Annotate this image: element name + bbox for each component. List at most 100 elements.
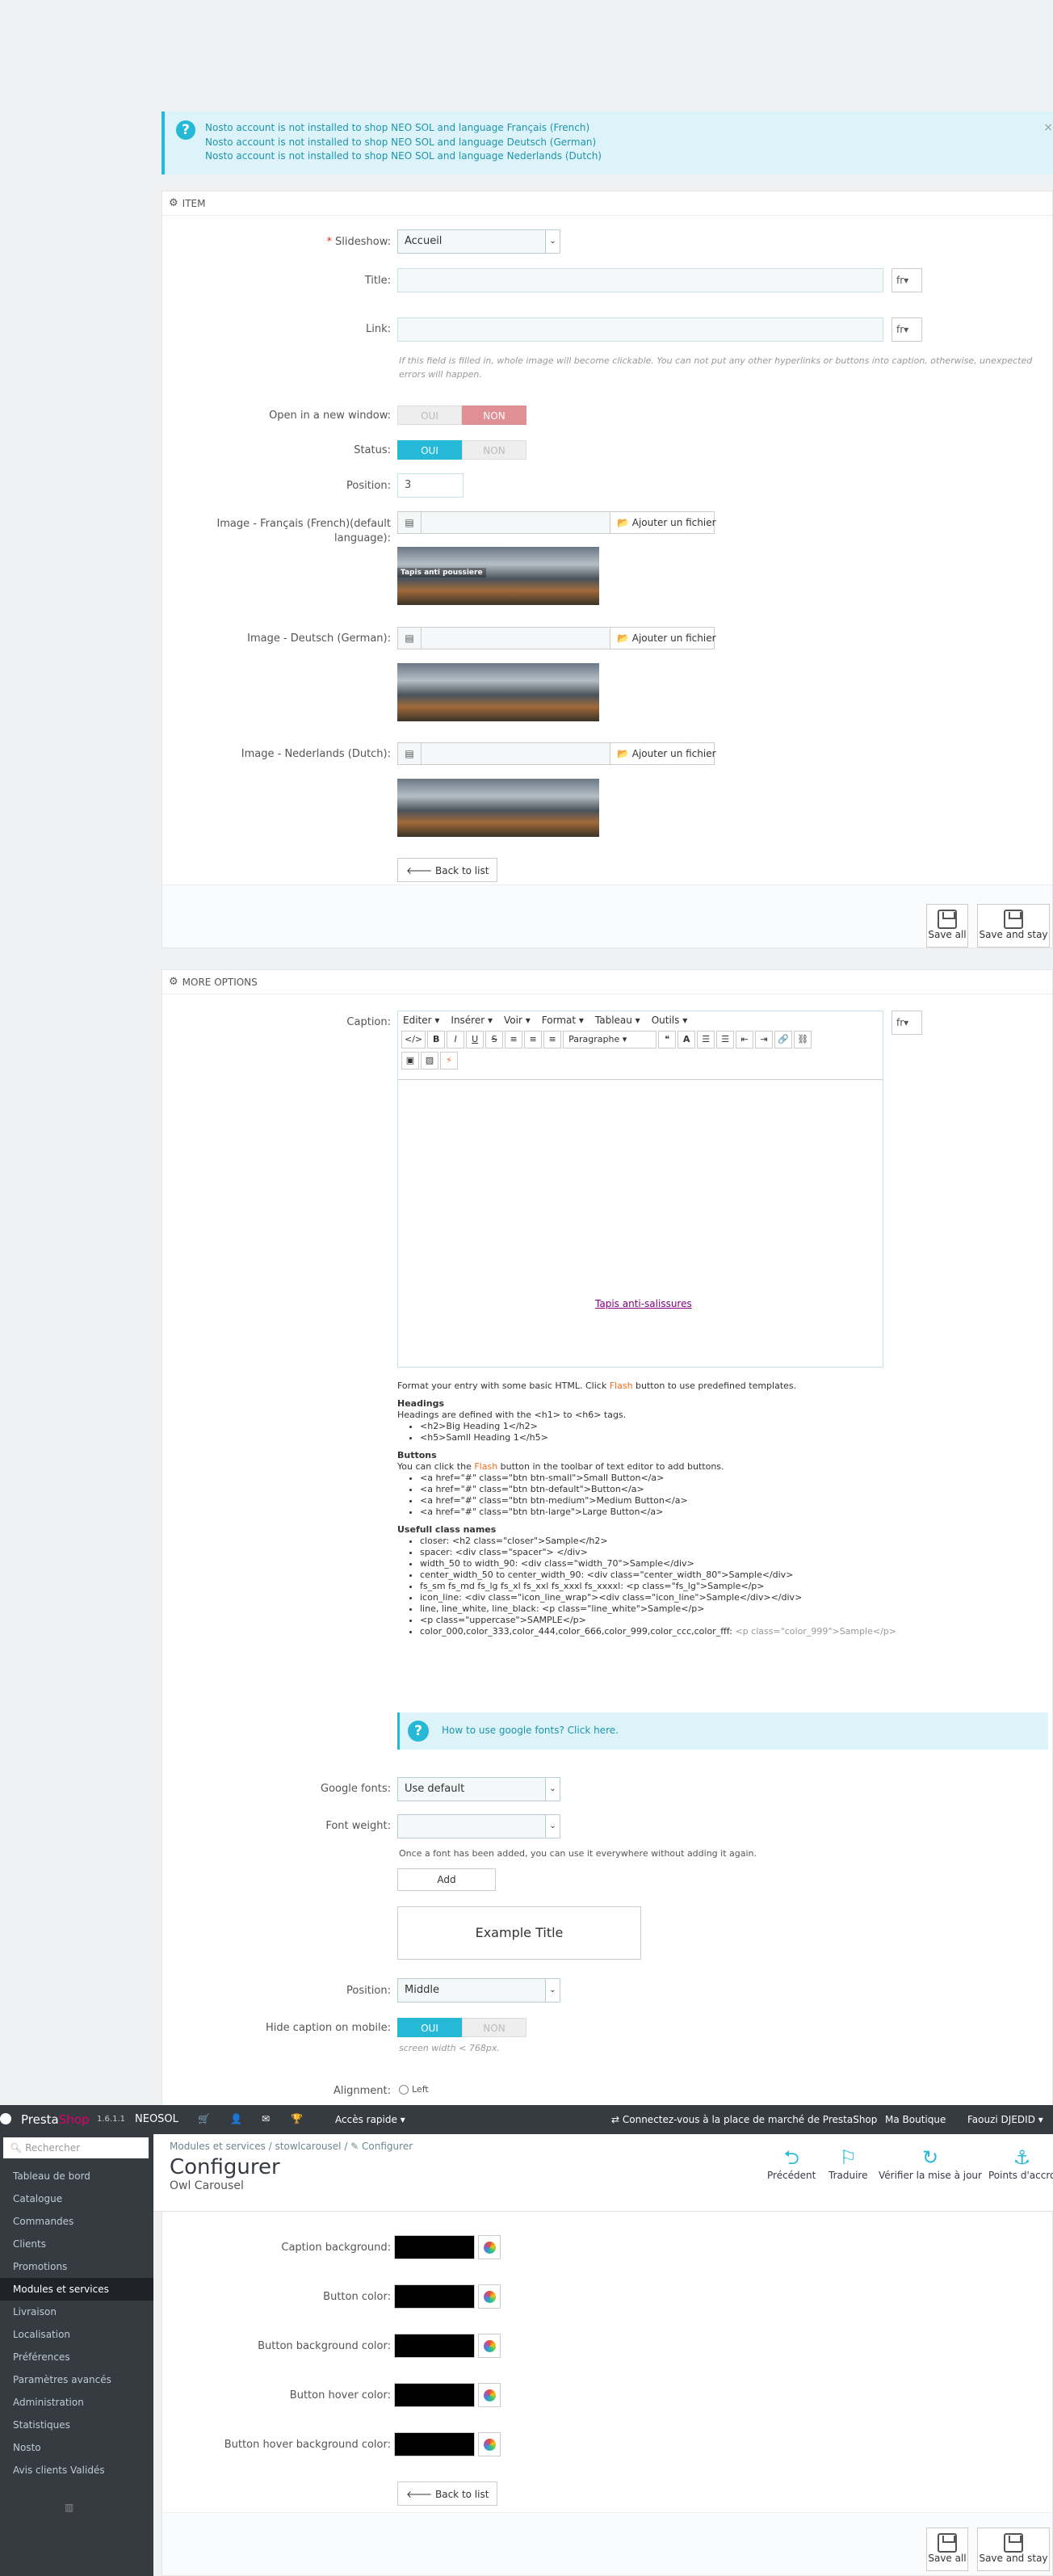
menu-edit[interactable]: Editer ▾ [403, 1015, 439, 1026]
trophy-icon[interactable]: 🏆 [291, 2113, 303, 2124]
sidebar-item-catalog[interactable]: Catalogue [0, 2187, 153, 2210]
sidebar-item-customers[interactable]: Clients [0, 2233, 153, 2255]
outdent-icon[interactable]: ⇤ [736, 1031, 754, 1048]
blockquote-icon[interactable]: ❝ [658, 1031, 677, 1048]
color-picker-icon[interactable] [478, 2284, 501, 2309]
button-hover-input[interactable] [394, 2383, 475, 2407]
button-color-input[interactable] [394, 2284, 475, 2309]
image-de-file[interactable]: ▤ 📂 Ajouter un fichier [397, 627, 716, 649]
hide-caption-switch[interactable]: OUI NON [397, 2018, 526, 2037]
add-file-button[interactable]: 📂 Ajouter un fichier [610, 742, 716, 765]
google-fonts-link[interactable]: How to use google fonts? Click here. [442, 1725, 619, 1736]
align-right-icon[interactable]: ≡ [543, 1031, 562, 1048]
add-font-button[interactable]: Add [397, 1868, 496, 1891]
hooks-button[interactable]: ⚓ Points d'accro [988, 2145, 1053, 2181]
shop-name[interactable]: NEOSOL [135, 2113, 178, 2125]
editor-content[interactable]: Tapis anti-salissures [398, 1079, 883, 1367]
alignment-left-radio[interactable]: Left [399, 2084, 429, 2095]
save-and-stay-button[interactable]: Save and stay [977, 904, 1050, 948]
sidebar-item-shipping[interactable]: Livraison [0, 2301, 153, 2323]
back-to-list-button[interactable]: 🡐 Back to list [397, 858, 498, 882]
sidebar-item-orders[interactable]: Commandes [0, 2210, 153, 2233]
marketplace-link[interactable]: ⇄ Connectez-vous à la place de marché de… [611, 2114, 877, 2125]
font-weight-select[interactable]: ⌄ [397, 1814, 560, 1838]
close-icon[interactable]: × [1043, 121, 1053, 134]
bold-icon[interactable]: B [427, 1031, 446, 1048]
link-icon[interactable]: 🔗 [774, 1031, 793, 1048]
sidebar-item-modules[interactable]: Modules et services [0, 2278, 153, 2301]
numbered-list-icon[interactable]: ☰ [716, 1031, 735, 1048]
sidebar-item-dashboard[interactable]: Tableau de bord [0, 2165, 153, 2187]
user-icon[interactable]: 👤 [230, 2113, 242, 2124]
help-item: closer: <h2 class="closer">Sample</h2> [420, 1536, 1053, 1547]
align-center-icon[interactable]: ≡ [524, 1031, 543, 1048]
caption-bg-input[interactable] [394, 2235, 475, 2259]
editor-link[interactable]: Tapis anti-salissures [595, 1298, 692, 1309]
sidebar-item-preferences[interactable]: Préférences [0, 2346, 153, 2368]
google-fonts-select[interactable]: Use default ⌄ [397, 1777, 560, 1801]
my-shop-link[interactable]: Ma Boutique [885, 2114, 946, 2125]
sidebar-item-localization[interactable]: Localisation [0, 2323, 153, 2346]
menu-insert[interactable]: Insérer ▾ [451, 1015, 493, 1026]
button-bg-input[interactable] [394, 2334, 475, 2358]
position-input[interactable]: 3 [397, 473, 464, 498]
align-left-icon[interactable]: ≡ [505, 1031, 523, 1048]
caption-lang-dropdown[interactable]: fr▾ [891, 1011, 922, 1035]
slideshow-select[interactable]: Accueil ⌄ [397, 229, 560, 254]
collapse-icon[interactable]: ▥ [65, 2502, 73, 2513]
quick-access[interactable]: Accès rapide ▾ [335, 2114, 405, 2125]
add-file-button[interactable]: 📂 Ajouter un fichier [610, 511, 716, 534]
link-input[interactable] [397, 317, 883, 342]
sidebar-item-reviews[interactable]: Avis clients Validés [0, 2459, 153, 2481]
link-lang-dropdown[interactable]: fr▾ [891, 317, 922, 342]
save-all-button[interactable]: Save all [926, 2528, 968, 2571]
media-icon[interactable]: ▣ [401, 1052, 419, 1069]
open-new-switch[interactable]: OUI NON [397, 406, 526, 425]
text-color-icon[interactable]: A [678, 1031, 696, 1048]
menu-format[interactable]: Format ▾ [542, 1015, 584, 1026]
sidebar-search-input[interactable]: 🔍︎ Rechercher [3, 2137, 149, 2158]
underline-icon[interactable]: U [466, 1031, 485, 1048]
user-menu[interactable]: Faouzi DJEDID ▾ [967, 2114, 1043, 2125]
caption-editor[interactable]: Editer ▾ Insérer ▾ Voir ▾ Format ▾ Table… [397, 1011, 883, 1368]
sidebar-item-stats[interactable]: Statistiques [0, 2414, 153, 2436]
button-hover-bg-input[interactable] [394, 2432, 475, 2456]
add-file-button[interactable]: 📂 Ajouter un fichier [610, 627, 716, 649]
color-picker-icon[interactable] [478, 2383, 501, 2407]
source-code-icon[interactable]: </> [401, 1031, 426, 1048]
image-icon[interactable]: ▨ [421, 1052, 438, 1069]
image-fr-file[interactable]: ▤ 📂 Ajouter un fichier [397, 511, 716, 534]
sidebar-item-administration[interactable]: Administration [0, 2391, 153, 2414]
radio-icon[interactable] [399, 2084, 409, 2095]
paragraph-select[interactable]: Paragraphe ▾ [563, 1031, 657, 1048]
unlink-icon[interactable]: ⛓ [794, 1031, 812, 1048]
title-lang-dropdown[interactable]: fr▾ [891, 268, 922, 292]
sidebar-item-advanced[interactable]: Paramètres avancés [0, 2368, 153, 2391]
caption-position-select[interactable]: Middle ⌄ [397, 1978, 560, 2002]
status-switch[interactable]: OUI NON [397, 440, 526, 460]
color-picker-icon[interactable] [478, 2235, 501, 2259]
image-nl-file[interactable]: ▤ 📂 Ajouter un fichier [397, 742, 716, 765]
strikethrough-icon[interactable]: S [485, 1031, 504, 1048]
title-input[interactable] [397, 268, 883, 292]
save-all-button[interactable]: Save all [926, 904, 968, 948]
translate-button[interactable]: ⚐ Traduire [829, 2145, 867, 2181]
indent-icon[interactable]: ⇥ [755, 1031, 774, 1048]
mail-icon[interactable]: ✉ [262, 2113, 270, 2124]
italic-icon[interactable]: I [447, 1031, 465, 1048]
brand[interactable]: PrestaShop [21, 2112, 89, 2127]
menu-tools[interactable]: Outils ▾ [652, 1015, 688, 1026]
back-to-list-button[interactable]: 🡐 Back to list [397, 2481, 498, 2506]
sidebar-item-nosto[interactable]: Nosto [0, 2436, 153, 2459]
cart-icon[interactable]: 🛒 [198, 2113, 210, 2124]
menu-view[interactable]: Voir ▾ [504, 1015, 531, 1026]
color-picker-icon[interactable] [478, 2432, 501, 2456]
back-button[interactable]: ⮌ Précédent [767, 2145, 816, 2181]
save-and-stay-button[interactable]: Save and stay [977, 2528, 1050, 2571]
menu-table[interactable]: Tableau ▾ [595, 1015, 640, 1026]
bullet-list-icon[interactable]: ☰ [697, 1031, 715, 1048]
flash-icon[interactable]: ⚡ [440, 1052, 458, 1069]
color-picker-icon[interactable] [478, 2334, 501, 2358]
sidebar-item-promotions[interactable]: Promotions [0, 2255, 153, 2278]
check-update-button[interactable]: ↻ Vérifier la mise à jour [879, 2145, 982, 2181]
